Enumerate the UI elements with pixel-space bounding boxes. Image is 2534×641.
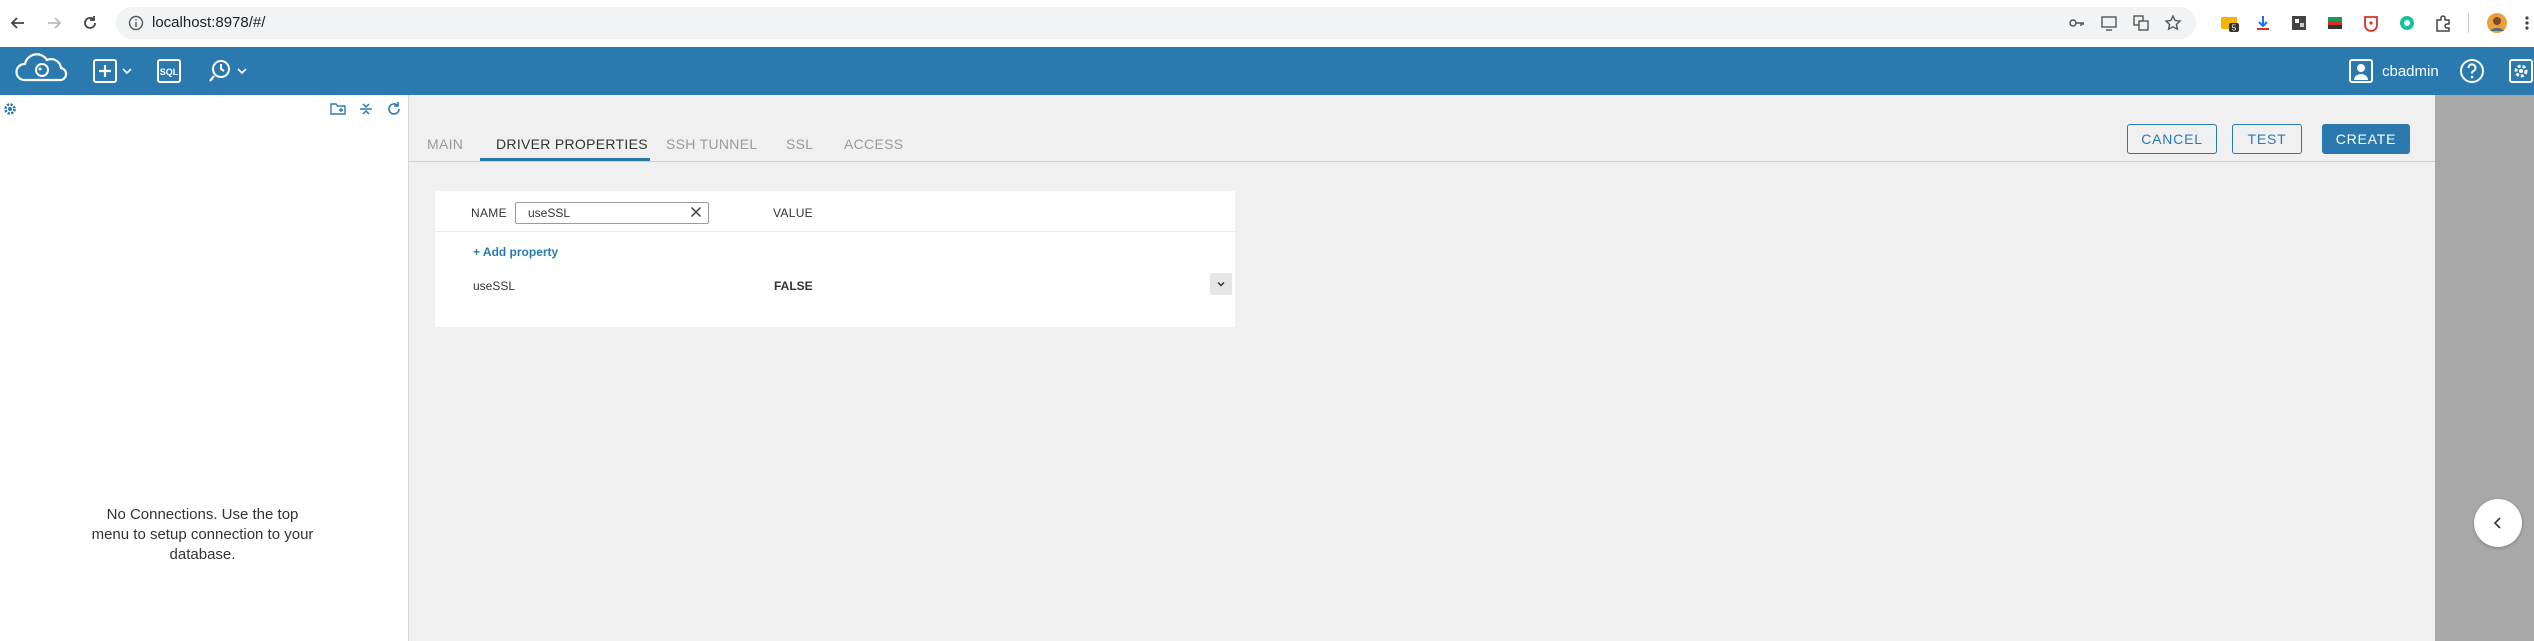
value-dropdown-button[interactable]: [1210, 273, 1232, 295]
folder-extension-icon[interactable]: 5: [2219, 12, 2241, 34]
create-button[interactable]: CREATE: [2322, 124, 2410, 154]
test-button[interactable]: TEST: [2232, 124, 2302, 154]
key-icon[interactable]: [2068, 14, 2086, 32]
tab-access[interactable]: ACCESS: [844, 136, 903, 152]
reload-icon: [84, 16, 96, 29]
extensions-puzzle-icon[interactable]: [2432, 12, 2454, 34]
omnibox-actions: [2068, 14, 2182, 32]
properties-header: NAME VALUE: [435, 191, 1235, 232]
site-info-icon[interactable]: [128, 15, 144, 31]
plus-box-icon: [93, 59, 117, 83]
cloudbeaver-logo[interactable]: [14, 53, 70, 83]
settings-button[interactable]: [2508, 57, 2534, 85]
add-property-link[interactable]: + Add property: [473, 245, 558, 259]
translate-icon[interactable]: [2132, 14, 2150, 32]
help-icon: [2460, 59, 2484, 83]
arrow-right-icon: [48, 17, 62, 29]
chevron-down-icon: [122, 68, 132, 75]
history-icon: [209, 60, 230, 82]
close-icon[interactable]: [690, 206, 702, 218]
active-tab-indicator: [480, 158, 650, 161]
install-app-icon[interactable]: [2100, 14, 2118, 32]
recent-menu[interactable]: [206, 57, 248, 85]
tab-driver-properties[interactable]: DRIVER PROPERTIES: [496, 136, 648, 152]
name-filter-input[interactable]: [528, 205, 678, 221]
svg-text:5: 5: [2232, 24, 2237, 33]
toolbar-divider: [2468, 13, 2469, 33]
chevron-left-icon: [2493, 517, 2501, 529]
user-icon: [2349, 59, 2373, 83]
tab-ssh-tunnel[interactable]: SSH TUNNEL: [666, 136, 757, 152]
username: cbadmin: [2382, 62, 2439, 80]
user-menu[interactable]: cbadmin: [2348, 58, 2439, 84]
collapse-all-icon[interactable]: [358, 101, 374, 117]
profile-avatar[interactable]: [2486, 12, 2508, 34]
chevron-down-icon: [1217, 281, 1225, 287]
help-button[interactable]: [2459, 57, 2485, 85]
right-panel: [2435, 95, 2534, 641]
new-folder-icon[interactable]: [330, 101, 346, 117]
empty-connections-message: No Connections. Use the top menu to setu…: [91, 506, 314, 563]
expand-panel-button[interactable]: [2474, 499, 2522, 547]
gear-box-icon: [2509, 59, 2533, 83]
bookmark-star-icon[interactable]: [2164, 14, 2182, 32]
properties-table: NAME VALUE + Add property useSSL FALSE: [435, 191, 1235, 327]
extension-icon-3[interactable]: [2360, 12, 2382, 34]
sql-editor-button[interactable]: SQL: [156, 57, 182, 85]
extension-icon-1[interactable]: [2288, 12, 2310, 34]
refresh-icon[interactable]: [386, 101, 402, 117]
navigator-sidebar: No Connections. Use the top menu to setu…: [0, 95, 409, 641]
chevron-down-icon: [237, 68, 247, 75]
download-icon[interactable]: [2252, 12, 2274, 34]
reload-button[interactable]: [78, 11, 102, 35]
property-value[interactable]: FALSE: [774, 279, 813, 293]
connection-editor: MAIN DRIVER PROPERTIES SSH TUNNEL SSL AC…: [409, 95, 2435, 641]
new-connection-menu[interactable]: [92, 57, 133, 85]
value-column-header: VALUE: [773, 206, 813, 220]
name-column-header: NAME: [471, 206, 507, 220]
forward-button[interactable]: [42, 11, 66, 35]
arrow-left-icon: [10, 17, 24, 29]
url-text: localhost:8978/#/: [152, 14, 266, 31]
cancel-button[interactable]: CANCEL: [2127, 124, 2217, 154]
gear-icon[interactable]: [3, 102, 17, 116]
navigator-toolbar: [330, 101, 402, 117]
sql-icon: SQL: [157, 59, 181, 83]
address-bar[interactable]: localhost:8978/#/: [116, 7, 2196, 39]
tab-main[interactable]: MAIN: [427, 136, 463, 152]
extension-icon-4[interactable]: [2396, 12, 2418, 34]
browser-menu-icon[interactable]: [2516, 12, 2534, 34]
extension-icon-2[interactable]: [2324, 12, 2346, 34]
name-filter-field[interactable]: [515, 202, 709, 224]
property-name: useSSL: [473, 279, 516, 293]
browser-toolbar: localhost:8978/#/ 5: [0, 0, 2534, 48]
svg-text:SQL: SQL: [160, 67, 179, 77]
tab-ssl[interactable]: SSL: [786, 136, 813, 152]
app-header: SQL cbadmin: [0, 47, 2534, 95]
back-button[interactable]: [6, 11, 30, 35]
